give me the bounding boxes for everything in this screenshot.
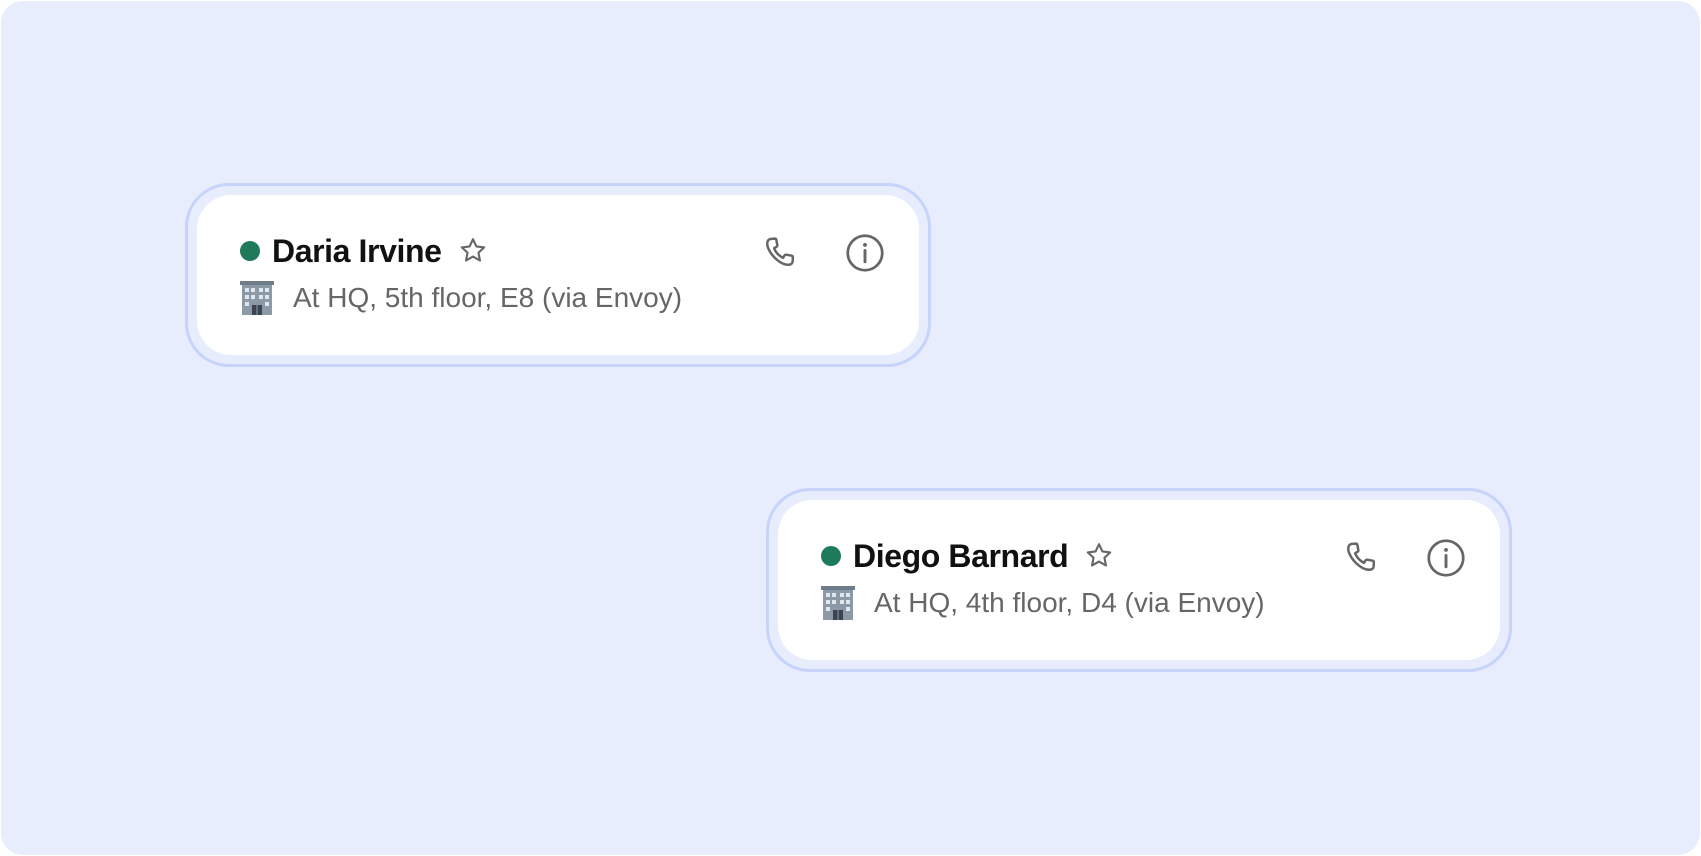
call-button[interactable] <box>1338 536 1382 580</box>
info-button[interactable] <box>1424 536 1468 580</box>
star-outline-icon <box>460 238 485 262</box>
contact-status-row: At HQ, 4th floor, D4 (via Envoy) <box>819 583 1265 623</box>
favorite-star-button[interactable] <box>456 234 490 268</box>
contact-status-row: At HQ, 5th floor, E8 (via Envoy) <box>238 278 682 318</box>
presence-online-dot <box>821 546 841 566</box>
phone-icon <box>1346 542 1376 571</box>
contact-card-diego-barnard: Diego Barnard At HQ, 4th floor, D4 (via … <box>766 488 1512 672</box>
contact-name[interactable]: Diego Barnard <box>853 538 1069 575</box>
contact-name[interactable]: Daria Irvine <box>272 233 442 270</box>
info-icon <box>846 234 884 272</box>
info-button[interactable] <box>843 231 887 275</box>
contact-card-body: Diego Barnard At HQ, 4th floor, D4 (via … <box>778 500 1500 660</box>
presence-online-dot <box>240 241 260 261</box>
contact-name-row: Daria Irvine <box>240 231 490 271</box>
contact-card-body: Daria Irvine At HQ, 5th floor, E8 (via E… <box>197 195 919 355</box>
contact-status-text: At HQ, 5th floor, E8 (via Envoy) <box>293 282 683 313</box>
contact-status-text: At HQ, 4th floor, D4 (via Envoy) <box>874 587 1265 618</box>
contact-card-daria-irvine: Daria Irvine At HQ, 5th floor, E8 (via E… <box>185 183 931 367</box>
call-button[interactable] <box>757 231 801 275</box>
star-outline-icon <box>1087 543 1112 567</box>
favorite-star-button[interactable] <box>1082 539 1116 573</box>
info-icon <box>1427 539 1465 577</box>
contact-name-row: Diego Barnard <box>821 536 1116 576</box>
office-building-icon <box>821 586 855 620</box>
canvas-background: Daria Irvine At HQ, 5th floor, E8 (via E… <box>1 1 1700 855</box>
phone-icon <box>765 237 795 266</box>
office-building-icon <box>240 281 274 315</box>
